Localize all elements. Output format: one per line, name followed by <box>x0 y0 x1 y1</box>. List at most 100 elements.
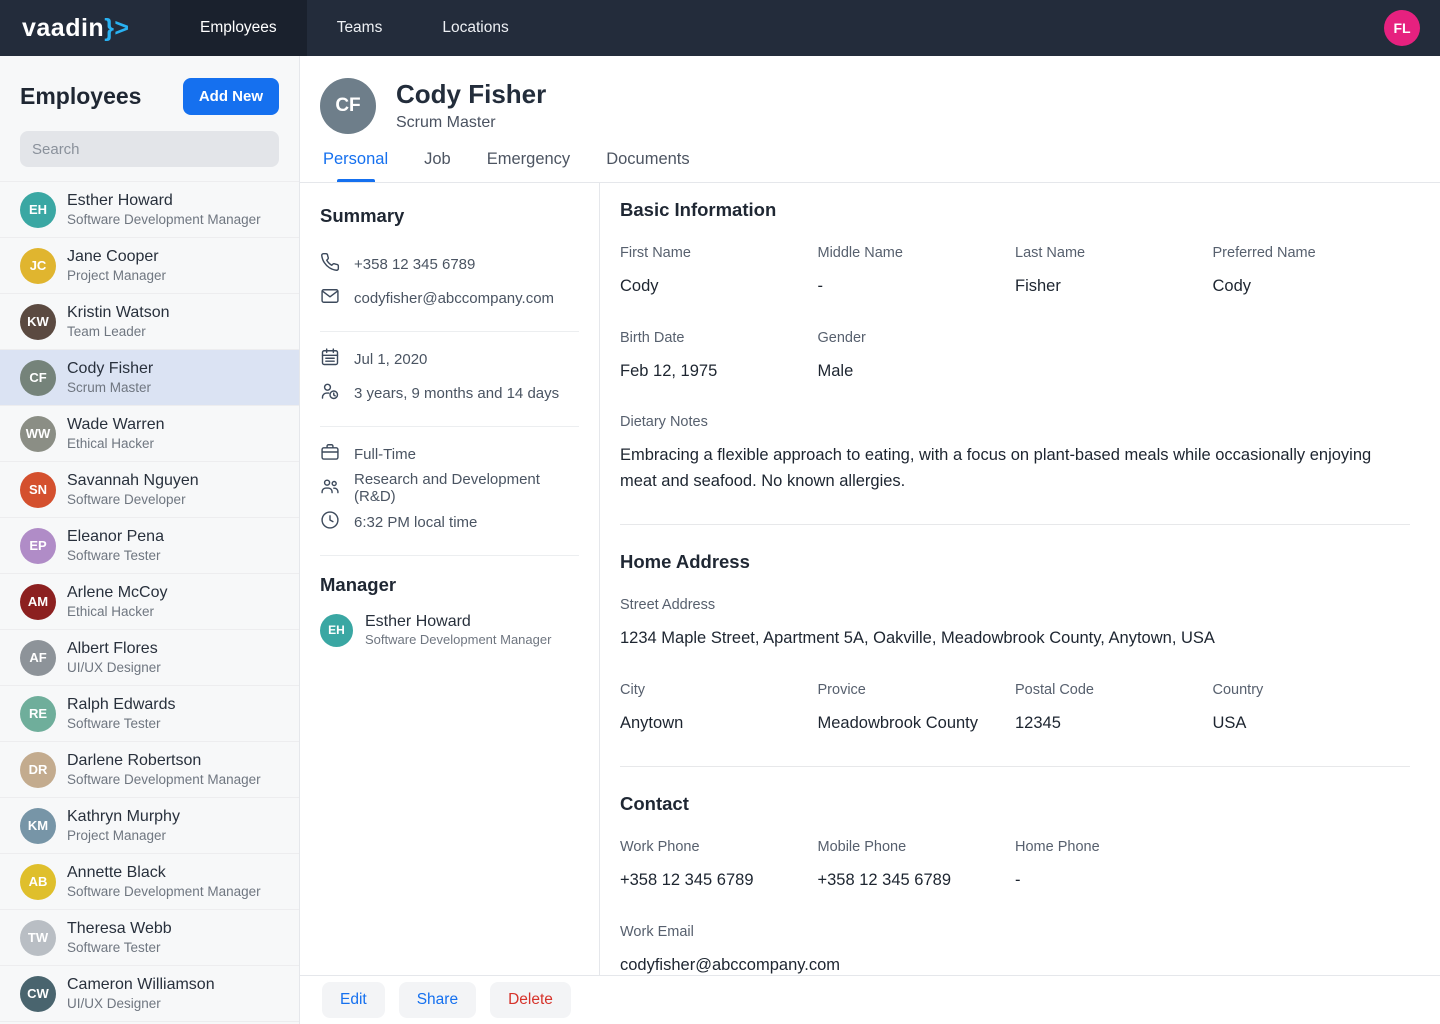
employee-role: Software Tester <box>67 715 176 733</box>
manager-section: Manager EH Esther Howard Software Develo… <box>320 560 579 649</box>
nav-item-employees[interactable]: Employees <box>170 0 307 56</box>
employee-list-item[interactable]: KM Kathryn Murphy Project Manager <box>0 798 299 854</box>
field-value: - <box>1015 868 1394 894</box>
delete-button[interactable]: Delete <box>490 982 571 1018</box>
employee-name: Albert Flores <box>67 639 161 659</box>
user-avatar[interactable]: FL <box>1384 10 1420 46</box>
field-value: Cody <box>620 274 802 300</box>
tab-job[interactable]: Job <box>424 150 451 182</box>
employee-list-item[interactable]: SN Savannah Nguyen Software Developer <box>0 462 299 518</box>
employee-avatar: AF <box>20 640 56 676</box>
top-nav-items: EmployeesTeamsLocations <box>170 0 539 56</box>
employee-name: Wade Warren <box>67 415 165 435</box>
section-divider <box>620 766 1410 767</box>
summary-item: +358 12 345 6789 <box>320 247 579 281</box>
employee-avatar: CF <box>20 360 56 396</box>
manager-avatar: EH <box>320 614 353 647</box>
section-divider <box>620 524 1410 525</box>
search-input[interactable] <box>20 131 279 167</box>
field-label: Street Address <box>620 597 1394 613</box>
tab-emergency[interactable]: Emergency <box>487 150 570 182</box>
nav-item-locations[interactable]: Locations <box>412 0 538 56</box>
manager-card[interactable]: EH Esther Howard Software Development Ma… <box>320 612 579 649</box>
employee-list-item[interactable]: RE Ralph Edwards Software Tester <box>0 686 299 742</box>
employee-list-item[interactable]: TW Theresa Webb Software Tester <box>0 910 299 966</box>
employee-list-item[interactable]: CF Cody Fisher Scrum Master <box>0 350 299 406</box>
summary-item: Jul 1, 2020 <box>320 342 579 376</box>
mail-icon <box>320 286 340 310</box>
manager-title: Manager <box>320 574 579 596</box>
profile-tabs: Personal Job Emergency Documents <box>300 150 1440 182</box>
field-label: Home Phone <box>1015 839 1394 855</box>
field-work-email: Work Emailcodyfisher@abccompany.com <box>620 924 1410 979</box>
briefcase-icon <box>320 442 340 466</box>
employee-role: UI/UX Designer <box>67 659 161 677</box>
summary-column: Summary +358 12 345 6789 codyfisher@abcc… <box>300 183 600 1024</box>
profile-avatar: CF <box>320 78 376 134</box>
employee-list-item[interactable]: AF Albert Flores UI/UX Designer <box>0 630 299 686</box>
employee-avatar: KW <box>20 304 56 340</box>
employee-name: Kristin Watson <box>67 303 170 323</box>
summary-item: codyfisher@abccompany.com <box>320 281 579 315</box>
employee-list-item[interactable]: KW Kristin Watson Team Leader <box>0 294 299 350</box>
employee-avatar: EH <box>20 192 56 228</box>
field-label: City <box>620 682 802 698</box>
employee-list-item[interactable]: EH Esther Howard Software Development Ma… <box>0 182 299 238</box>
employee-role: Software Development Manager <box>67 771 261 789</box>
field-value: +358 12 345 6789 <box>818 868 1000 894</box>
employee-list-item[interactable]: AM Arlene McCoy Ethical Hacker <box>0 574 299 630</box>
employee-list-item[interactable]: EP Eleanor Pena Software Tester <box>0 518 299 574</box>
field-street-address: Street Address 1234 Maple Street, Apartme… <box>620 597 1410 652</box>
employee-role: Project Manager <box>67 267 166 285</box>
employee-avatar: JC <box>20 248 56 284</box>
section-title: Home Address <box>620 551 1410 573</box>
page-title: Cody Fisher <box>396 80 546 110</box>
summary-item: 6:32 PM local time <box>320 505 579 539</box>
field-label: Gender <box>818 330 1395 346</box>
employee-name: Jane Cooper <box>67 247 166 267</box>
field-label: Mobile Phone <box>818 839 1000 855</box>
summary-item: Research and Development (R&D) <box>320 471 579 505</box>
tab-documents[interactable]: Documents <box>606 150 689 182</box>
details-column: Basic InformationFirst NameCodyMiddle Na… <box>600 183 1440 1024</box>
team-icon <box>320 476 340 500</box>
summary-divider <box>320 331 579 332</box>
employee-avatar: DR <box>20 752 56 788</box>
field-label: Work Email <box>620 924 1394 940</box>
search-container <box>20 131 279 167</box>
employee-name: Darlene Robertson <box>67 751 261 771</box>
nav-item-teams[interactable]: Teams <box>307 0 413 56</box>
field-value: Embracing a flexible approach to eating,… <box>620 443 1394 494</box>
field-label: Postal Code <box>1015 682 1197 698</box>
app-layout: Employees Add New EH Esther Howard Softw… <box>0 56 1440 1024</box>
employee-list-item[interactable]: JC Jane Cooper Project Manager <box>0 238 299 294</box>
field-work-phone: Work Phone+358 12 345 6789 <box>620 839 818 894</box>
field-value: 1234 Maple Street, Apartment 5A, Oakvill… <box>620 626 1394 652</box>
employee-avatar: RE <box>20 696 56 732</box>
field-home-phone: Home Phone - <box>1015 839 1410 894</box>
add-new-button[interactable]: Add New <box>183 78 279 115</box>
field-label: First Name <box>620 245 802 261</box>
employee-list-item[interactable]: CW Cameron Williamson UI/UX Designer <box>0 966 299 1022</box>
summary-item-text: Full-Time <box>354 446 416 463</box>
employee-list-item[interactable]: WW Wade Warren Ethical Hacker <box>0 406 299 462</box>
field-mobile-phone: Mobile Phone +358 12 345 6789 <box>818 839 1016 894</box>
vaadin-logo[interactable]: vaadin}> <box>0 14 170 43</box>
summary-item: Full-Time <box>320 437 579 471</box>
employee-avatar: TW <box>20 920 56 956</box>
section-basic-information: Basic InformationFirst NameCodyMiddle Na… <box>620 199 1410 524</box>
summary-group: +358 12 345 6789 codyfisher@abccompany.c… <box>320 241 579 327</box>
top-navbar: vaadin}> EmployeesTeamsLocations FL <box>0 0 1440 56</box>
share-button[interactable]: Share <box>399 982 476 1018</box>
employee-role: Software Development Manager <box>67 211 261 229</box>
tab-personal[interactable]: Personal <box>323 150 388 182</box>
manager-name: Esther Howard <box>365 612 551 632</box>
field-preferred-name: Preferred NameCody <box>1213 245 1411 300</box>
employee-list-item[interactable]: DR Darlene Robertson Software Developmen… <box>0 742 299 798</box>
phone-icon <box>320 252 340 276</box>
edit-button[interactable]: Edit <box>322 982 385 1018</box>
employee-list-item[interactable]: AB Annette Black Software Development Ma… <box>0 854 299 910</box>
summary-divider <box>320 426 579 427</box>
employee-role: Ethical Hacker <box>67 603 167 621</box>
employee-name: Theresa Webb <box>67 919 172 939</box>
